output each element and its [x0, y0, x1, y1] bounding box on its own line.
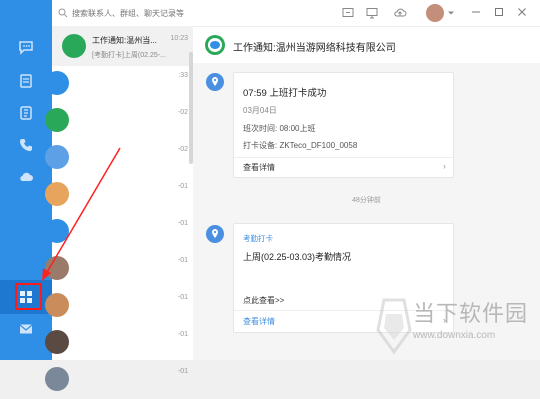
- conversation-avatar: [62, 34, 86, 58]
- conversation-item[interactable]: :33: [45, 63, 193, 103]
- conversation-avatar: [45, 367, 69, 391]
- conversation-time: -01: [177, 257, 188, 264]
- conversation-time: -01: [177, 183, 188, 190]
- clock-in-heading: 07:59 上班打卡成功: [243, 88, 327, 99]
- search-icon: [58, 8, 68, 18]
- mail-icon: [19, 324, 33, 334]
- conversation-time: -01: [177, 294, 188, 301]
- view-cta-link[interactable]: 点此查看>>: [243, 295, 284, 306]
- nav-contacts[interactable]: [0, 96, 52, 130]
- conversation-time: -02: [177, 109, 188, 116]
- workbench-icon: [20, 74, 32, 88]
- attendance-tag: 考勤打卡: [243, 234, 273, 243]
- conversation-title: 工作通知:温州当...: [92, 36, 157, 45]
- conversation-avatar: [45, 182, 69, 206]
- phone-icon: [20, 139, 32, 151]
- watermark-brand: 当下软件园: [413, 301, 529, 326]
- conversation-time: -01: [177, 368, 188, 375]
- watermark-url: www.downxia.com: [413, 330, 496, 341]
- search-input[interactable]: [72, 8, 190, 18]
- conversation-time: -01: [177, 331, 188, 338]
- conversation-avatar: [45, 330, 69, 354]
- location-pin-icon: [206, 225, 224, 243]
- card-divider: [234, 157, 453, 158]
- chat-window-icon[interactable]: [341, 6, 355, 20]
- conversation-item[interactable]: -01: [45, 211, 193, 251]
- shift-time: 班次时间: 08:00上班: [243, 124, 316, 133]
- conversation-time: :33: [178, 72, 188, 79]
- screen-icon[interactable]: [365, 6, 379, 20]
- clock-device: 打卡设备: ZKTeco_DF100_0058: [243, 141, 358, 150]
- conversation-avatar: [45, 145, 69, 169]
- conversation-avatar: [45, 293, 69, 317]
- conversation-item[interactable]: -01: [45, 322, 193, 362]
- time-separator: 48分钟前: [352, 197, 381, 204]
- conversation-item[interactable]: -01: [45, 248, 193, 288]
- minimize-icon[interactable]: [471, 7, 481, 17]
- clock-in-date: 03月04日: [243, 106, 277, 115]
- chat-avatar: [205, 35, 225, 55]
- conversation-avatar: [45, 71, 69, 95]
- conversation-time: -01: [177, 220, 188, 227]
- conversation-avatar: [45, 219, 69, 243]
- apps-highlight-box: [15, 283, 42, 310]
- clock-in-card: 07:59 上班打卡成功 03月04日 班次时间: 08:00上班 打卡设备: …: [233, 72, 454, 178]
- chevron-right-icon[interactable]: ›: [443, 161, 446, 171]
- close-icon[interactable]: [517, 7, 527, 17]
- view-details-link[interactable]: 查看详情: [243, 162, 275, 173]
- conversation-time: -02: [177, 146, 188, 153]
- conversation-item[interactable]: 工作通知:温州当... [考勤打卡]上周(02.25-... 10:23: [52, 26, 193, 66]
- attendance-heading: 上周(02.25-03.03)考勤情况: [243, 252, 352, 262]
- maximize-icon[interactable]: [494, 7, 504, 17]
- avatar[interactable]: [426, 4, 444, 22]
- conversation-item[interactable]: -02: [45, 137, 193, 177]
- view-details-link[interactable]: 查看详情: [243, 316, 275, 327]
- conversation-avatar: [45, 256, 69, 280]
- conversation-item[interactable]: -01: [45, 285, 193, 325]
- conversation-avatar: [45, 108, 69, 132]
- chevron-down-icon[interactable]: [448, 10, 454, 16]
- conversation-item[interactable]: -02: [45, 100, 193, 140]
- contacts-icon: [20, 106, 32, 120]
- chat-title: 工作通知:温州当游网络科技有限公司: [233, 43, 396, 54]
- messages-icon: [19, 41, 33, 55]
- nav-messages[interactable]: [0, 30, 52, 64]
- conversation-item[interactable]: -01: [45, 359, 193, 399]
- location-pin-icon: [206, 73, 224, 91]
- search-bar[interactable]: [52, 0, 193, 26]
- conversation-preview: [考勤打卡]上周(02.25-...: [92, 52, 166, 59]
- cloud-upload-icon[interactable]: [393, 6, 407, 20]
- top-bar: [193, 0, 540, 27]
- conversation-item[interactable]: -01: [45, 174, 193, 214]
- nav-cloud[interactable]: [0, 160, 52, 194]
- cloud-icon: [20, 172, 33, 181]
- conversation-time: 10:23: [170, 35, 188, 42]
- chat-header: 工作通知:温州当游网络科技有限公司: [193, 27, 540, 64]
